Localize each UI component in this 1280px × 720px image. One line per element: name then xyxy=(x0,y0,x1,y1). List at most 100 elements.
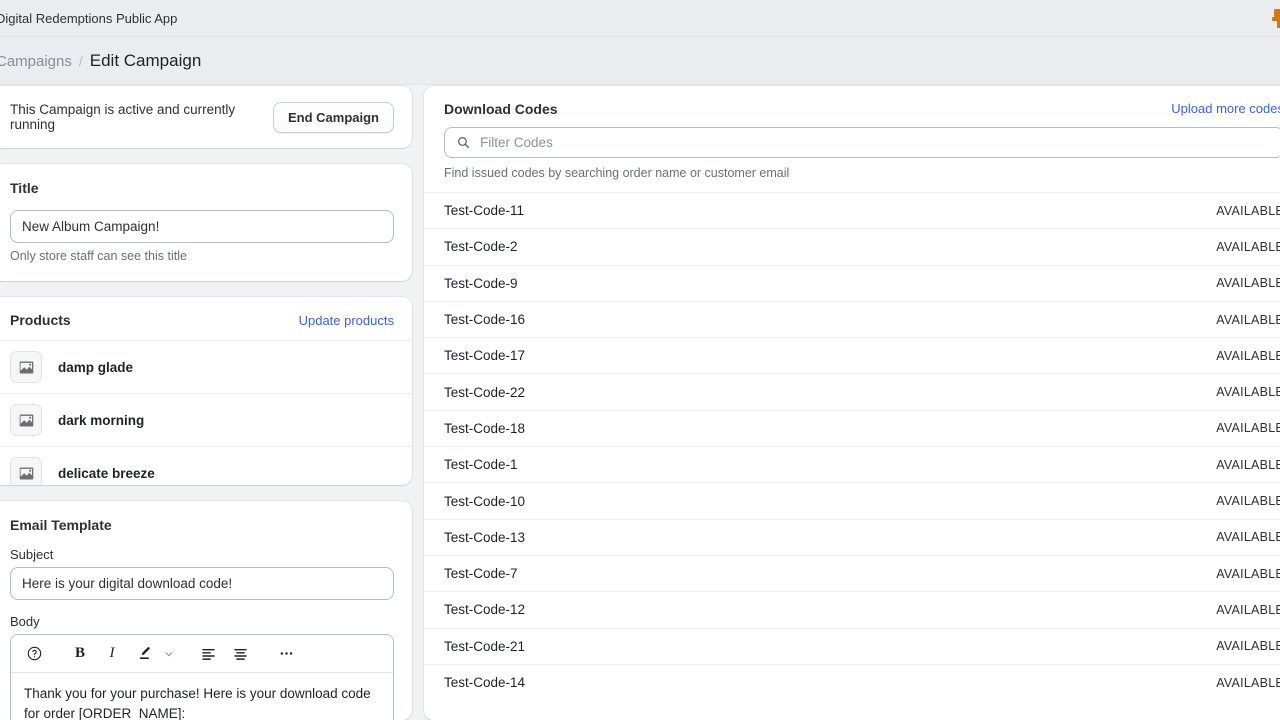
status-badge: AVAILABLE xyxy=(1216,348,1280,363)
download-codes-heading: Download Codes xyxy=(444,101,558,117)
code-name: Test-Code-9 xyxy=(444,275,518,291)
status-badge: AVAILABLE xyxy=(1216,385,1280,400)
code-name: Test-Code-2 xyxy=(444,239,518,255)
code-name: Test-Code-7 xyxy=(444,566,518,582)
filter-codes-help: Find issued codes by searching order nam… xyxy=(444,166,790,180)
page-content: This Campaign is active and currently ru… xyxy=(0,86,1280,720)
help-icon[interactable] xyxy=(19,640,49,668)
editor-toolbar: B I xyxy=(11,635,393,673)
breadcrumb: Campaigns / Edit Campaign xyxy=(0,51,201,71)
filter-codes-wrap xyxy=(424,117,1280,158)
code-name: Test-Code-10 xyxy=(444,493,526,509)
products-header: Products Update products xyxy=(0,297,412,340)
email-body-editor: B I Thank you for your purchase! Here is… xyxy=(10,634,394,720)
subject-label: Subject xyxy=(10,547,54,562)
code-name: Test-Code-22 xyxy=(444,384,526,400)
product-list-item[interactable]: damp glade xyxy=(0,340,412,393)
download-codes-list: Test-Code-11 AVAILABLE Test-Code-2 AVAIL… xyxy=(424,192,1280,720)
table-row[interactable]: Test-Code-14 AVAILABLE xyxy=(424,663,1280,701)
titlebar-actions xyxy=(1272,8,1280,28)
body-label: Body xyxy=(10,614,40,629)
product-name: dark morning xyxy=(58,412,145,428)
status-badge: AVAILABLE xyxy=(1216,675,1280,690)
title-card: Title Only store staff can see this titl… xyxy=(0,164,412,281)
table-row[interactable]: Test-Code-17 AVAILABLE xyxy=(424,337,1280,374)
search-icon xyxy=(456,135,471,150)
image-placeholder-icon xyxy=(10,457,42,485)
status-badge: AVAILABLE xyxy=(1216,203,1280,218)
email-body-text[interactable]: Thank you for your purchase! Here is you… xyxy=(11,673,393,720)
code-name: Test-Code-11 xyxy=(444,203,525,219)
code-name: Test-Code-1 xyxy=(444,457,518,473)
download-codes-header: Download Codes Upload more codes xyxy=(424,86,1280,117)
bold-icon[interactable]: B xyxy=(65,640,95,668)
campaign-status-card: This Campaign is active and currently ru… xyxy=(0,86,412,148)
filter-codes-input[interactable] xyxy=(480,135,1272,150)
more-options-icon[interactable] xyxy=(271,640,301,668)
title-heading: Title xyxy=(10,180,39,196)
email-subject-input[interactable] xyxy=(10,567,394,600)
status-badge: AVAILABLE xyxy=(1216,530,1280,545)
table-row[interactable]: Test-Code-10 AVAILABLE xyxy=(424,482,1280,519)
code-name: Test-Code-16 xyxy=(444,312,526,328)
end-campaign-button[interactable]: End Campaign xyxy=(272,101,394,133)
table-row[interactable]: Test-Code-21 AVAILABLE xyxy=(424,627,1280,664)
table-row[interactable]: Test-Code-7 AVAILABLE xyxy=(424,554,1280,592)
filter-codes-box[interactable] xyxy=(444,127,1280,158)
table-row[interactable]: Test-Code-2 AVAILABLE xyxy=(424,228,1280,265)
status-badge: AVAILABLE xyxy=(1216,276,1280,291)
code-name: Test-Code-17 xyxy=(444,348,526,364)
code-name: Test-Code-14 xyxy=(444,675,526,690)
product-name: damp glade xyxy=(58,359,134,375)
product-name: delicate breeze xyxy=(58,465,155,481)
email-template-card: Email Template Subject Body xyxy=(0,501,412,720)
status-badge: AVAILABLE xyxy=(1216,457,1280,472)
code-name: Test-Code-12 xyxy=(444,602,526,618)
table-row[interactable]: Test-Code-12 AVAILABLE xyxy=(424,591,1280,628)
code-name: Test-Code-18 xyxy=(444,420,526,436)
campaign-status-message: This Campaign is active and currently ru… xyxy=(10,102,236,132)
product-list-item[interactable]: delicate breeze xyxy=(0,446,412,485)
status-badge: AVAILABLE xyxy=(1216,312,1280,327)
title-help-text: Only store staff can see this title xyxy=(10,249,187,263)
email-template-heading: Email Template xyxy=(10,517,112,533)
app-title: Digital Redemptions Public App xyxy=(0,10,178,26)
code-name: Test-Code-21 xyxy=(444,638,526,654)
code-name: Test-Code-13 xyxy=(444,529,526,545)
table-row[interactable]: Test-Code-16 AVAILABLE xyxy=(424,300,1280,338)
align-center-icon[interactable] xyxy=(225,640,255,668)
image-placeholder-icon xyxy=(10,351,42,383)
right-column: Download Codes Upload more codes Find is… xyxy=(424,86,1280,720)
app-window: Digital Redemptions Public App Campaigns… xyxy=(0,0,1280,720)
italic-icon[interactable]: I xyxy=(97,640,127,668)
text-color-icon[interactable] xyxy=(129,640,159,668)
table-row[interactable]: Test-Code-22 AVAILABLE xyxy=(424,373,1280,410)
image-placeholder-icon xyxy=(10,404,42,436)
products-heading: Products xyxy=(10,312,71,328)
table-row[interactable]: Test-Code-13 AVAILABLE xyxy=(424,518,1280,555)
breadcrumb-bar: Campaigns / Edit Campaign xyxy=(0,37,1280,85)
table-row[interactable]: Test-Code-18 AVAILABLE xyxy=(424,409,1280,447)
status-badge: AVAILABLE xyxy=(1216,494,1280,509)
campaign-title-input[interactable] xyxy=(10,210,394,243)
status-badge: AVAILABLE xyxy=(1216,239,1280,254)
app-titlebar: Digital Redemptions Public App xyxy=(0,0,1280,37)
status-badge: AVAILABLE xyxy=(1216,602,1280,617)
left-column: This Campaign is active and currently ru… xyxy=(0,86,412,720)
page-title: Edit Campaign xyxy=(89,50,202,70)
status-badge: AVAILABLE xyxy=(1216,566,1280,581)
products-card: Products Update products damp glade dark… xyxy=(0,297,412,485)
pin-icon[interactable] xyxy=(1272,8,1280,28)
download-codes-card: Download Codes Upload more codes Find is… xyxy=(424,86,1280,720)
product-list-item[interactable]: dark morning xyxy=(0,393,412,446)
update-products-link[interactable]: Update products xyxy=(299,313,394,328)
upload-more-codes-link[interactable]: Upload more codes xyxy=(1171,101,1280,116)
status-badge: AVAILABLE xyxy=(1216,421,1280,436)
breadcrumb-campaigns[interactable]: Campaigns xyxy=(0,53,72,70)
table-row[interactable]: Test-Code-9 AVAILABLE xyxy=(424,264,1280,301)
status-badge: AVAILABLE xyxy=(1216,639,1280,654)
table-row[interactable]: Test-Code-1 AVAILABLE xyxy=(424,446,1280,483)
chevron-down-icon[interactable] xyxy=(161,649,177,659)
align-left-icon[interactable] xyxy=(193,640,223,668)
table-row[interactable]: Test-Code-11 AVAILABLE xyxy=(424,192,1280,229)
